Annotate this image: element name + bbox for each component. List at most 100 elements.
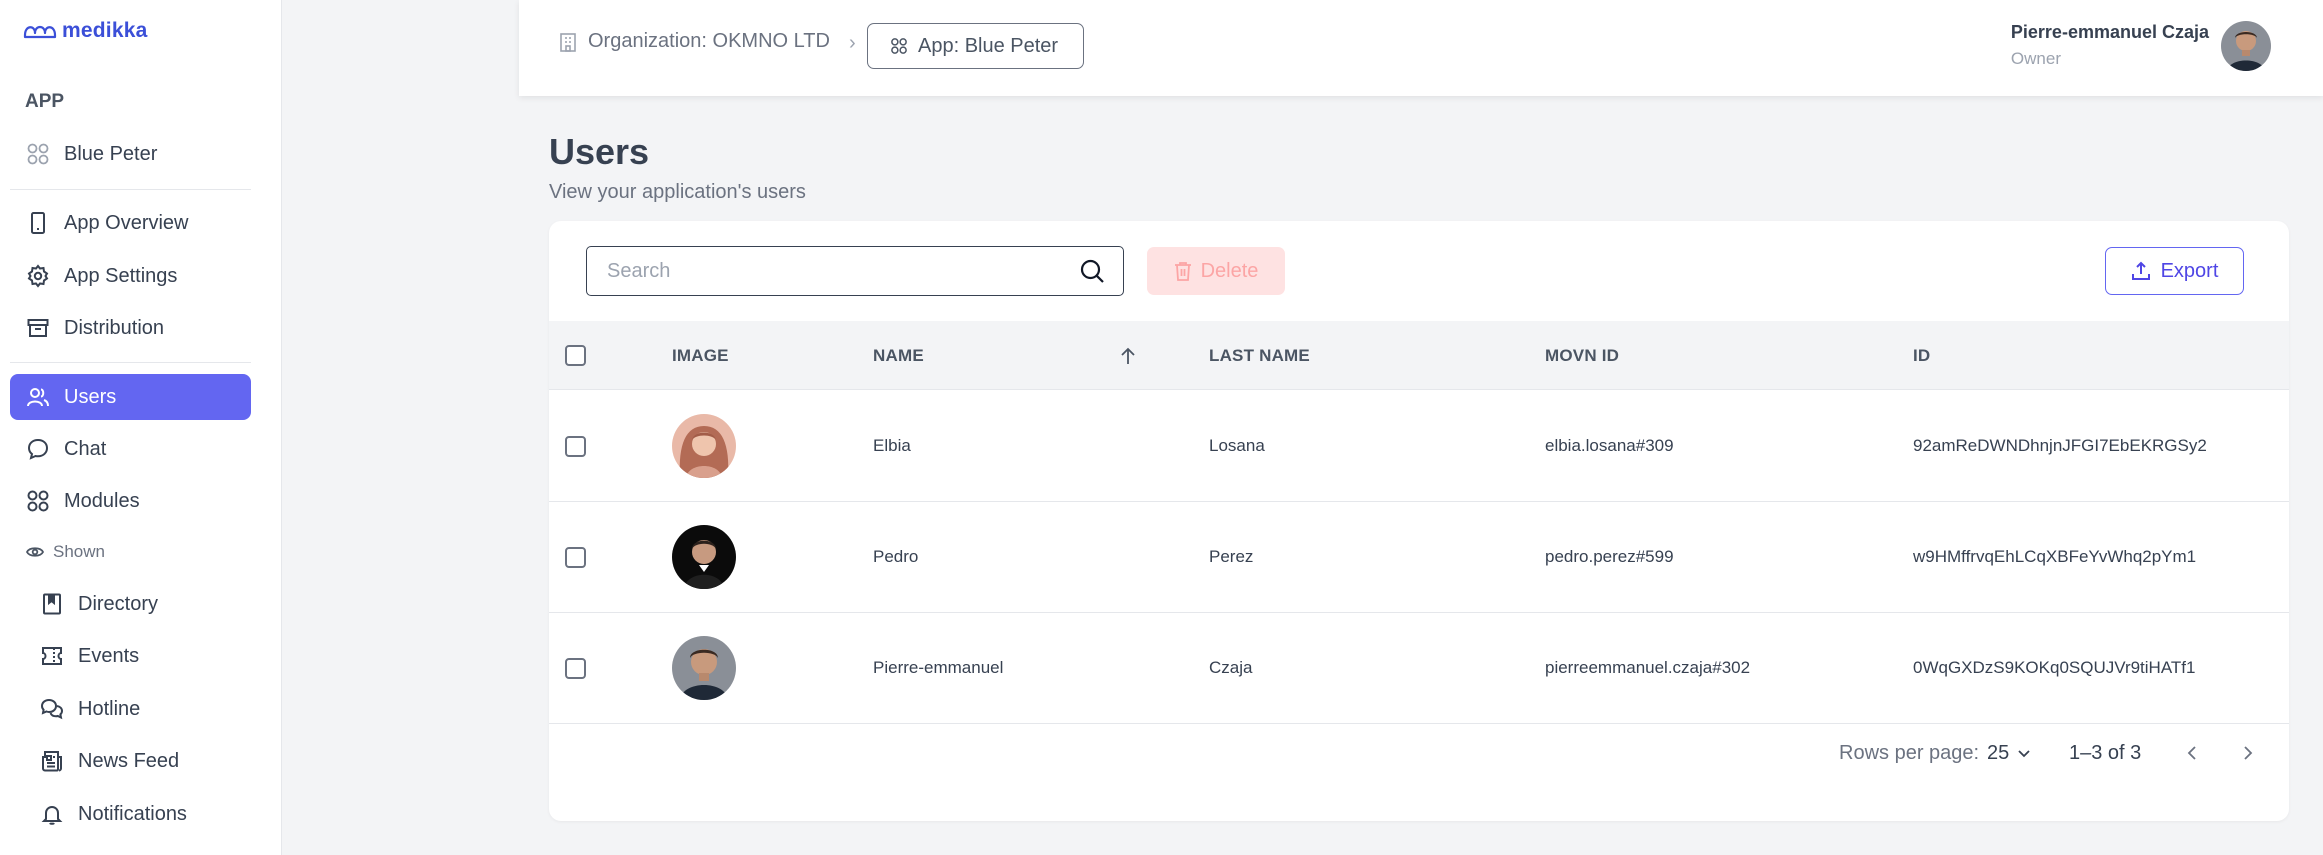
table-row[interactable]: Pedro Perez pedro.perez#599 w9HMffrvqEhL…	[549, 502, 2289, 613]
movn-id-cell: pedro.perez#599	[1545, 547, 1674, 566]
table-row[interactable]: Elbia Losana elbia.losana#309 92amReDWND…	[549, 391, 2289, 502]
sort-ascending-icon[interactable]	[1119, 321, 1137, 390]
rows-per-page-value: 25	[1987, 741, 2010, 764]
users-table-card: Delete Export IMAGE NAME LAST NAME MOVN …	[549, 221, 2289, 821]
pagination: Rows per page: 25 1–3 of 3	[549, 723, 2289, 783]
sidebar-item-label: News Feed	[78, 749, 180, 772]
breadcrumb-separator-icon: ›	[849, 32, 856, 54]
sidebar-item-hotline[interactable]: Hotline	[24, 686, 251, 732]
page-title: Users	[549, 131, 650, 172]
export-button[interactable]: Export	[2105, 247, 2244, 295]
page-subtitle: View your application's users	[549, 181, 806, 203]
avatar	[672, 636, 736, 700]
image-cell	[672, 391, 736, 501]
sidebar-divider	[10, 189, 251, 190]
user-menu[interactable]: Pierre-emmanuel Czaja Owner	[2011, 22, 2209, 69]
grid-icon	[891, 38, 907, 54]
logo-icon	[23, 25, 57, 39]
previous-page-button[interactable]	[2177, 723, 2207, 783]
trash-icon	[1174, 262, 1191, 281]
user-name: Pierre-emmanuel Czaja	[2010, 22, 2209, 42]
phone-icon	[31, 212, 45, 234]
table-header: IMAGE NAME LAST NAME MOVN ID ID	[549, 321, 2289, 390]
id-cell: w9HMffrvqEhLCqXBFeYvWhq2pYm1	[1913, 547, 2197, 566]
top-bar: Organization: OKMNO LTD › App: Blue Pete…	[519, 0, 2323, 96]
rows-per-page-label: Rows per page:	[1839, 741, 1980, 764]
sidebar-item-label: Notifications	[78, 802, 187, 825]
sidebar-divider	[10, 362, 251, 363]
column-header-name[interactable]: NAME	[873, 321, 924, 390]
sidebar-item-events[interactable]: Events	[24, 633, 251, 679]
column-header-id[interactable]: ID	[1913, 321, 1930, 390]
last-name-cell: Losana	[1209, 436, 1265, 455]
upload-icon	[2131, 261, 2150, 280]
sidebar-item-modules[interactable]: Modules	[10, 478, 251, 524]
sidebar-item-blue-peter[interactable]: Blue Peter	[10, 131, 251, 177]
row-checkbox[interactable]	[565, 435, 586, 457]
section-label-app: APP	[25, 91, 65, 112]
sidebar-item-news-feed[interactable]: News Feed	[24, 738, 251, 784]
archive-icon	[27, 319, 49, 337]
breadcrumb-organization[interactable]: Organization: OKMNO LTD	[559, 30, 830, 53]
sidebar-item-users[interactable]: Users	[10, 374, 251, 420]
chat-icon	[27, 438, 49, 460]
sidebar-item-distribution[interactable]: Distribution	[10, 305, 251, 351]
rows-per-page-select[interactable]: 25	[1987, 723, 2031, 783]
sidebar-item-label: Distribution	[64, 316, 165, 339]
shown-section-label: Shown	[26, 542, 105, 562]
chevron-down-icon	[2018, 750, 2030, 758]
sidebar-item-notifications[interactable]: Notifications	[24, 791, 251, 837]
row-checkbox-cell	[565, 613, 586, 723]
select-all-checkbox[interactable]	[565, 345, 586, 366]
sidebar-item-label: Hotline	[78, 697, 141, 720]
column-header-last-name[interactable]: LAST NAME	[1209, 321, 1310, 390]
sidebar-item-app-overview[interactable]: App Overview	[10, 200, 251, 246]
chevron-right-icon	[2244, 746, 2253, 760]
name-cell: Pierre-emmanuel	[873, 658, 1004, 677]
brand-logo[interactable]: medikka	[22, 19, 147, 43]
avatar[interactable]	[2221, 21, 2271, 71]
export-button-label: Export	[2160, 259, 2219, 282]
table-row[interactable]: Pierre-emmanuel Czaja pierreemmanuel.cza…	[549, 613, 2289, 724]
row-checkbox-cell	[565, 391, 586, 501]
search-icon[interactable]	[1079, 258, 1105, 284]
bell-icon	[41, 805, 63, 825]
breadcrumb-app-label: App: Blue Peter	[918, 34, 1059, 57]
sidebar-item-directory[interactable]: Directory	[24, 581, 251, 627]
user-role: Owner	[2010, 49, 2061, 68]
breadcrumb-app[interactable]: App: Blue Peter	[867, 23, 1085, 69]
gear-icon	[27, 264, 49, 288]
name-cell: Elbia	[873, 436, 911, 455]
sidebar-item-app-settings[interactable]: App Settings	[10, 253, 251, 299]
row-checkbox[interactable]	[565, 546, 586, 568]
sidebar-item-label: Blue Peter	[64, 142, 158, 165]
delete-button[interactable]: Delete	[1147, 247, 1285, 295]
delete-button-label: Delete	[1200, 259, 1259, 282]
grid-icon	[27, 143, 49, 165]
newspaper-icon	[42, 751, 62, 772]
building-icon	[560, 32, 576, 52]
movn-id-cell: pierreemmanuel.czaja#302	[1545, 658, 1751, 677]
column-header-movn-id[interactable]: MOVN ID	[1545, 321, 1619, 390]
last-name-cell: Czaja	[1209, 658, 1253, 677]
row-checkbox[interactable]	[565, 657, 586, 679]
breadcrumb-organization-label: Organization: OKMNO LTD	[588, 30, 830, 52]
sidebar-item-label: App Overview	[64, 211, 189, 234]
sidebar-item-chat[interactable]: Chat	[10, 426, 251, 472]
column-header-image[interactable]: IMAGE	[672, 321, 729, 390]
sidebar-item-label: Users	[64, 385, 117, 408]
avatar	[672, 525, 736, 589]
name-cell: Pedro	[873, 547, 919, 566]
image-cell	[672, 502, 736, 612]
search-field[interactable]	[586, 246, 1124, 296]
ticket-icon	[42, 647, 62, 665]
next-page-button[interactable]	[2233, 723, 2263, 783]
last-name-cell: Perez	[1209, 547, 1254, 566]
image-cell	[672, 613, 736, 723]
sidebar-item-label: Modules	[64, 489, 140, 512]
avatar-image	[2221, 21, 2271, 71]
search-input[interactable]	[607, 259, 1079, 283]
book-icon	[43, 593, 61, 615]
avatar	[672, 414, 736, 478]
users-icon	[27, 388, 49, 407]
